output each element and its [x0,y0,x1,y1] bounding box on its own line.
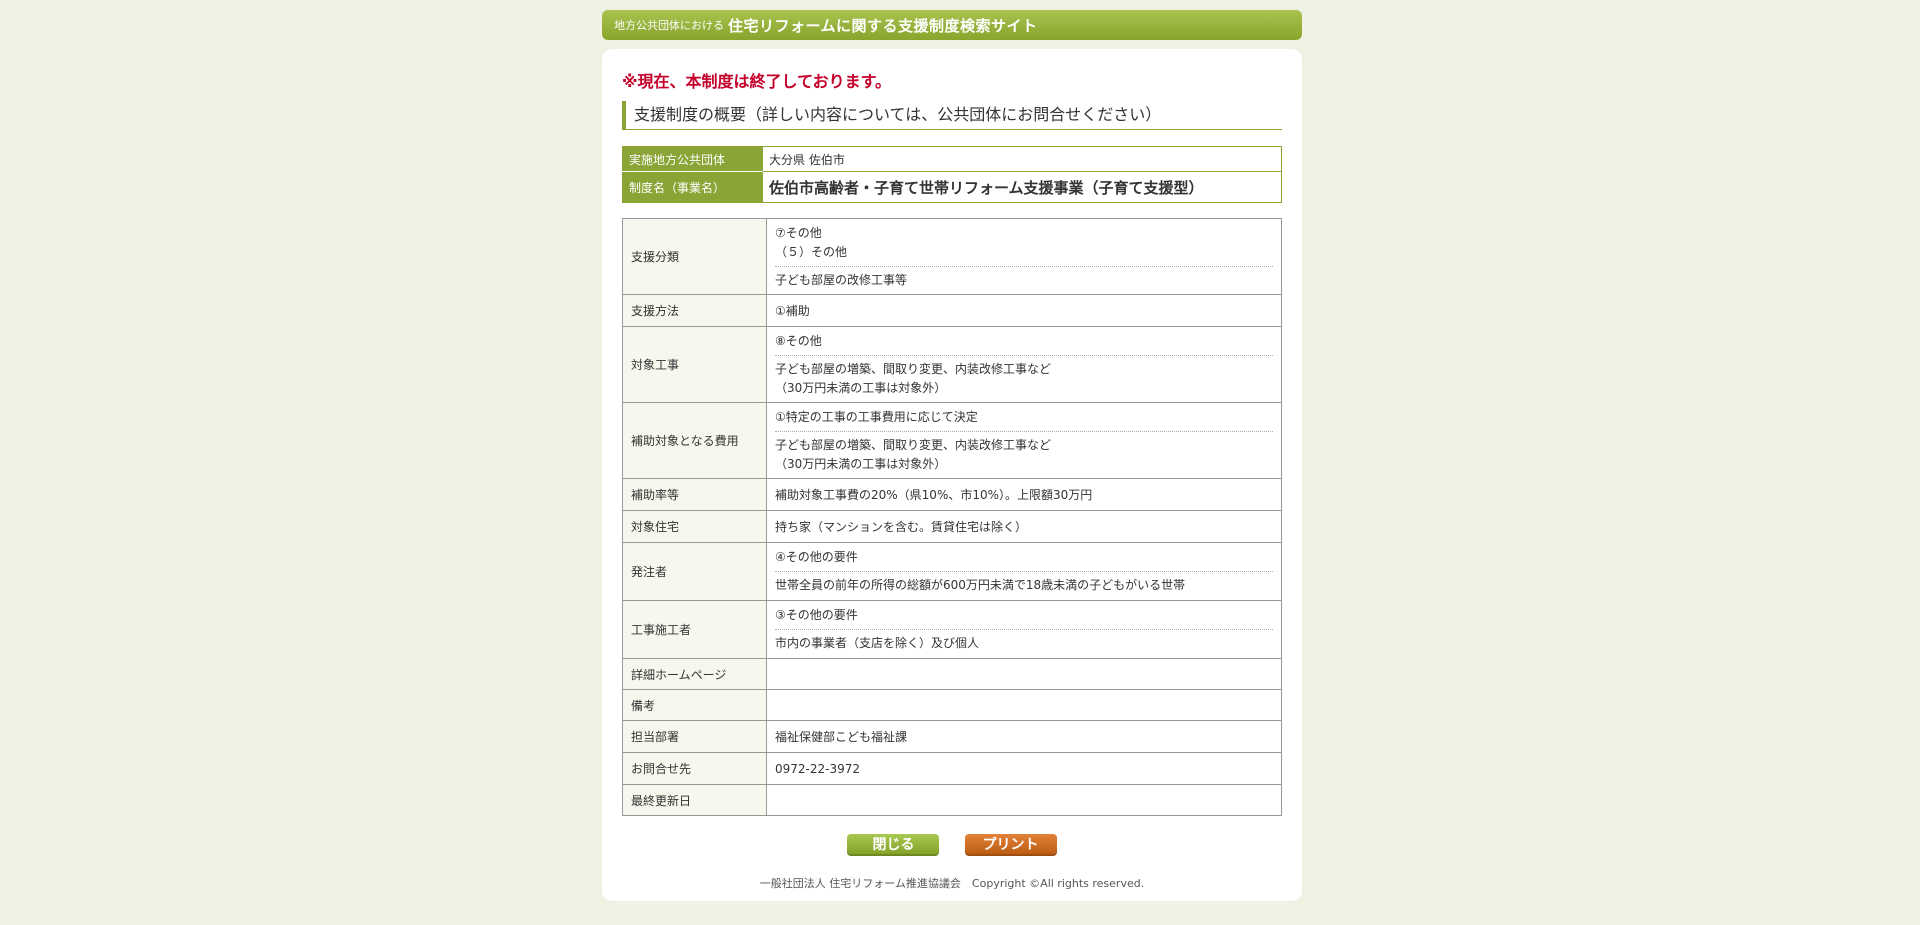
summary-table: 実施地方公共団体 大分県 佐伯市 制度名（事業名） 佐伯市高齢者・子育て世帯リフ… [622,146,1282,203]
detail-value [766,784,1282,816]
subsidy-cost-note: 子ども部屋の増築、間取り変更、内装改修工事など （30万円未満の工事は対象外） [775,430,1273,474]
note-line: 子ども部屋の増築、間取り変更、内装改修工事など [775,437,1052,452]
header-prefix: 地方公共団体における [614,19,724,32]
note-line: （30万円未満の工事は対象外） [775,456,947,471]
summary-row-org: 実施地方公共団体 大分県 佐伯市 [622,146,1282,172]
detail-row-subsidy-rate: 補助率等 補助対象工事費の20%（県10%、市10%）。上限額30万円 [622,478,1282,511]
detail-value: ①補助 [766,294,1282,327]
program-ended-notice: ※現在、本制度は終了しております。 [622,72,891,91]
detail-label: 対象工事 [622,326,767,403]
detail-row-last-updated: 最終更新日 [622,784,1282,816]
print-button[interactable]: プリント [964,834,1057,856]
detail-row-homepage: 詳細ホームページ [622,658,1282,690]
detail-row-target-work: 対象工事 ⑧その他 子ども部屋の増築、間取り変更、内装改修工事など （30万円未… [622,326,1282,403]
category-line: ⑦その他 [775,225,822,240]
detail-label: 発注者 [622,542,767,601]
category-note: 子ども部屋の改修工事等 [775,265,1273,290]
detail-value: 補助対象工事費の20%（県10%、市10%）。上限額30万円 [766,478,1282,511]
contractor-note: 市内の事業者（支店を除く）及び個人 [775,629,1273,653]
detail-label: 補助率等 [622,478,767,511]
org-value: 大分県 佐伯市 [762,146,1282,172]
orderer-value: ④その他の要件 [775,550,858,564]
detail-row-support-category: 支援分類 ⑦その他 （５）その他 子ども部屋の改修工事等 [622,218,1282,295]
program-name: 佐伯市高齢者・子育て世帯リフォーム支援事業（子育て支援型） [769,178,1204,197]
detail-value: ①特定の工事の工事費用に応じて決定 子ども部屋の増築、間取り変更、内装改修工事な… [766,402,1282,479]
detail-row-support-method: 支援方法 ①補助 [622,294,1282,327]
detail-row-contact: お問合せ先 0972-22-3972 [622,752,1282,785]
contractor-value: ③その他の要件 [775,608,858,622]
detail-label: 工事施工者 [622,600,767,659]
note-line: 子ども部屋の増築、間取り変更、内装改修工事など [775,361,1052,376]
org-label: 実施地方公共団体 [622,146,763,172]
detail-label: 詳細ホームページ [622,658,767,690]
detail-row-contractor: 工事施工者 ③その他の要件 市内の事業者（支店を除く）及び個人 [622,600,1282,659]
detail-label: お問合せ先 [622,752,767,785]
detail-label: 最終更新日 [622,784,767,816]
detail-table: 支援分類 ⑦その他 （５）その他 子ども部屋の改修工事等 支援方法 ①補助 対象… [622,218,1282,816]
detail-label: 支援分類 [622,218,767,295]
category-line: （５）その他 [775,244,848,259]
detail-row-subsidy-cost: 補助対象となる費用 ①特定の工事の工事費用に応じて決定 子ども部屋の増築、間取り… [622,402,1282,479]
detail-value: 福祉保健部こども福祉課 [766,720,1282,753]
subsidy-cost-value: ①特定の工事の工事費用に応じて決定 [775,409,978,424]
detail-row-department: 担当部署 福祉保健部こども福祉課 [622,720,1282,753]
detail-value: 0972-22-3972 [766,752,1282,785]
orderer-note: 世帯全員の前年の所得の総額が600万円未満で18歳未満の子どもがいる世帯 [775,571,1273,595]
summary-row-program: 制度名（事業名） 佐伯市高齢者・子育て世帯リフォーム支援事業（子育て支援型） [622,171,1282,203]
detail-label: 担当部署 [622,720,767,753]
detail-label: 補助対象となる費用 [622,402,767,479]
close-button[interactable]: 閉じる [847,834,940,856]
button-bar: 閉じる プリント [602,834,1302,856]
detail-label: 対象住宅 [622,510,767,543]
detail-row-remarks: 備考 [622,689,1282,721]
program-label: 制度名（事業名） [622,171,763,203]
site-header: 地方公共団体における 住宅リフォームに関する支援制度検索サイト [602,10,1302,40]
detail-value: ④その他の要件 世帯全員の前年の所得の総額が600万円未満で18歳未満の子どもが… [766,542,1282,601]
content-panel: ※現在、本制度は終了しております。 支援制度の概要（詳しい内容については、公共団… [602,49,1302,901]
program-value: 佐伯市高齢者・子育て世帯リフォーム支援事業（子育て支援型） [762,171,1282,203]
detail-row-target-housing: 対象住宅 持ち家（マンションを含む。賃貸住宅は除く） [622,510,1282,543]
detail-value: ③その他の要件 市内の事業者（支店を除く）及び個人 [766,600,1282,659]
footer-copyright: 一般社団法人 住宅リフォーム推進協議会 Copyright ©All right… [759,877,1145,890]
section-heading: 支援制度の概要（詳しい内容については、公共団体にお問合せください） [622,101,1282,130]
detail-value: ⑦その他 （５）その他 子ども部屋の改修工事等 [766,218,1282,295]
detail-value: 持ち家（マンションを含む。賃貸住宅は除く） [766,510,1282,543]
detail-row-orderer: 発注者 ④その他の要件 世帯全員の前年の所得の総額が600万円未満で18歳未満の… [622,542,1282,601]
homepage-link[interactable] [766,658,1282,690]
target-work-note: 子ども部屋の増築、間取り変更、内装改修工事など （30万円未満の工事は対象外） [775,354,1273,398]
target-work-value: ⑧その他 [775,333,822,348]
detail-label: 支援方法 [622,294,767,327]
detail-value: ⑧その他 子ども部屋の増築、間取り変更、内装改修工事など （30万円未満の工事は… [766,326,1282,403]
detail-value [766,689,1282,721]
note-line: （30万円未満の工事は対象外） [775,380,947,395]
site-title: 住宅リフォームに関する支援制度検索サイト [728,16,1038,35]
page-wrapper: 地方公共団体における 住宅リフォームに関する支援制度検索サイト ※現在、本制度は… [602,10,1302,901]
detail-label: 備考 [622,689,767,721]
